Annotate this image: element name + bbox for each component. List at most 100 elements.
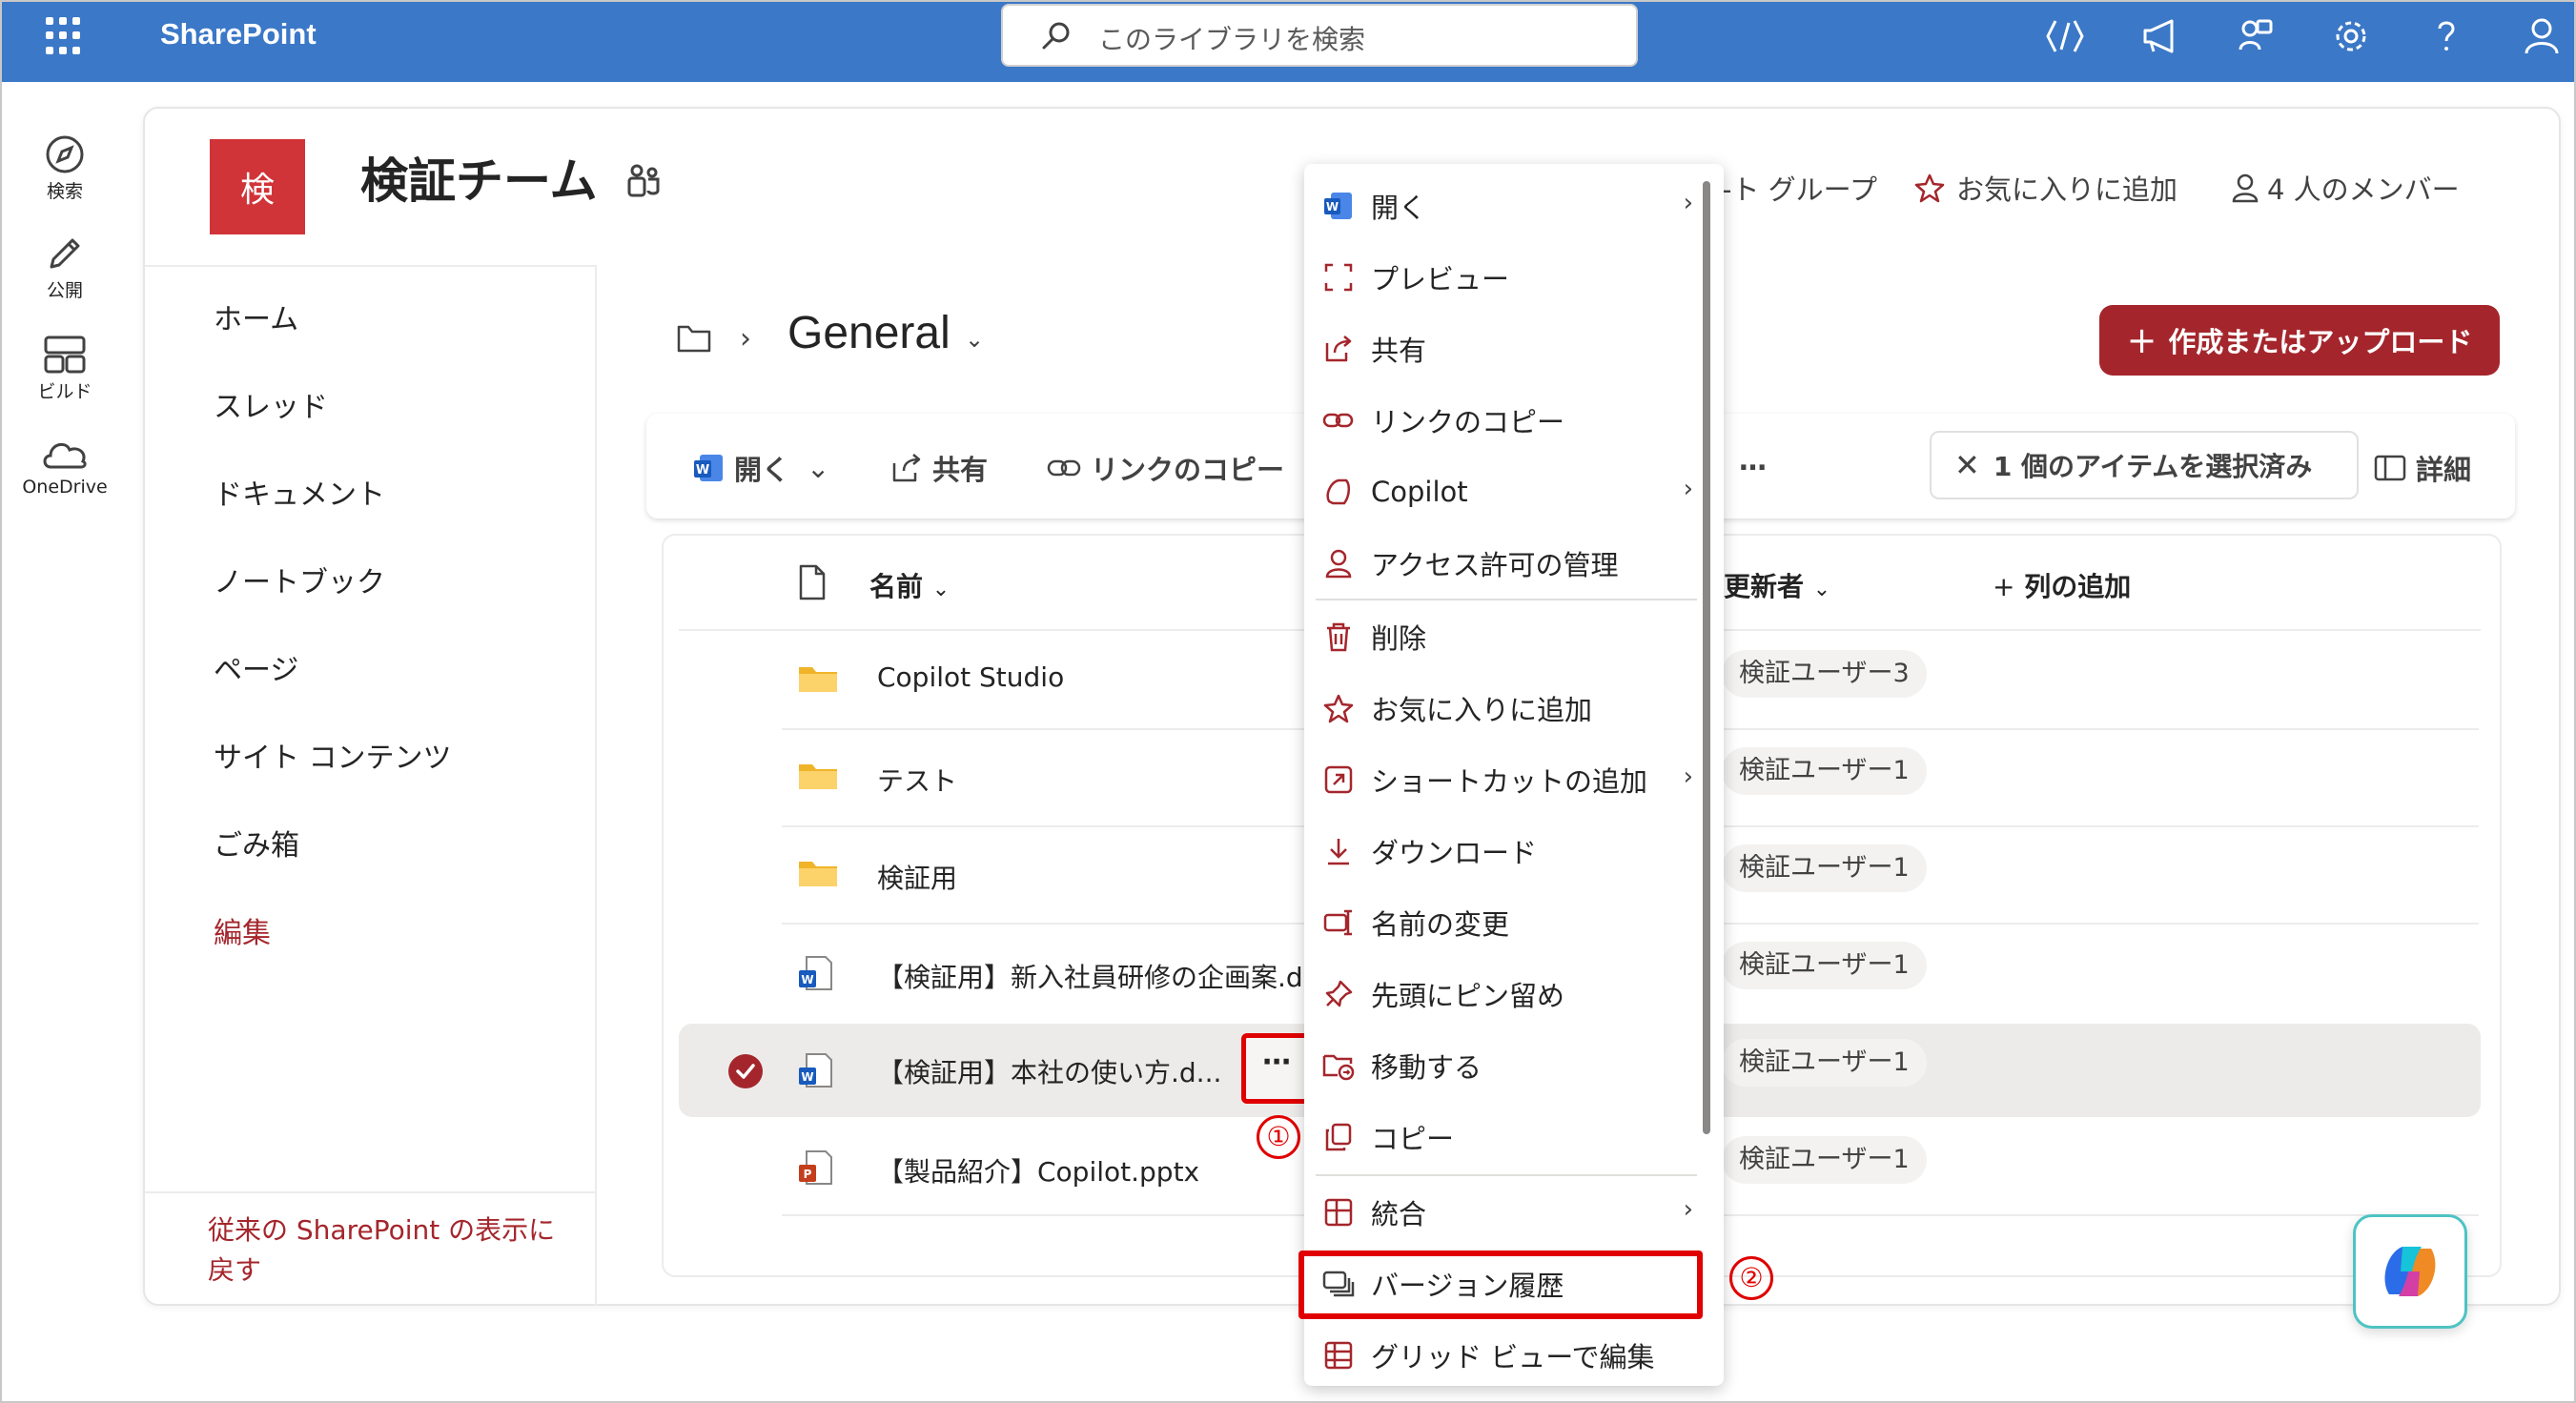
rail-publish[interactable]: 公開 — [15, 233, 114, 302]
menu-item-grid-edit[interactable]: グリッド ビューで編集 — [1316, 1325, 1697, 1386]
menu-item-manage-access[interactable]: アクセス許可の管理 — [1316, 533, 1697, 594]
code-icon[interactable] — [2044, 15, 2086, 57]
modifier-pill[interactable]: 検証ユーザー1 — [1722, 1136, 1927, 1184]
row-name[interactable]: 【検証用】新入社員研修の企画案.d — [877, 957, 1306, 995]
chevron-down-icon[interactable]: ⌄ — [965, 326, 984, 353]
cmd-copy-link-button[interactable]: リンクのコピー — [1047, 448, 1284, 488]
nav-item-recycle-bin[interactable]: ごみ箱 — [214, 822, 299, 864]
menu-item-preview[interactable]: プレビュー — [1316, 247, 1697, 308]
more-actions-button[interactable]: ⋯ — [1241, 1033, 1312, 1104]
nav-edit-link[interactable]: 編集 — [214, 909, 271, 951]
cmd-open-button[interactable]: W 開く ⌄ — [692, 448, 829, 488]
column-header-modified-by[interactable]: 更新者 ⌄ — [1724, 566, 1830, 604]
file-type-header-icon[interactable] — [797, 564, 828, 600]
menu-item-copy-link[interactable]: リンクのコピー — [1316, 390, 1697, 451]
menu-item-pin[interactable]: 先頭にピン留め — [1316, 964, 1697, 1025]
menu-item-add-shortcut[interactable]: ショートカットの追加 › — [1316, 749, 1697, 810]
menu-item-label: ダウンロード — [1371, 837, 1538, 869]
menu-item-rename[interactable]: 名前の変更 — [1316, 892, 1697, 953]
row-name[interactable]: 【製品紹介】Copilot.pptx — [877, 1151, 1199, 1190]
copilot-logo-icon — [2384, 1247, 2436, 1296]
version-history-highlight — [1298, 1250, 1703, 1319]
favorite-link[interactable]: お気に入りに追加 — [1914, 168, 2177, 208]
link-icon — [1047, 459, 1081, 477]
sharing-icon[interactable] — [2235, 15, 2277, 57]
menu-item-move[interactable]: 移動する — [1316, 1035, 1697, 1096]
menu-divider — [1316, 599, 1697, 600]
row-name[interactable]: 検証用 — [877, 858, 957, 896]
share-icon — [1325, 336, 1352, 362]
nav-item-notebook[interactable]: ノートブック — [214, 559, 385, 600]
column-header-name[interactable]: 名前 ⌄ — [869, 566, 950, 604]
cmd-more-button[interactable]: … — [1739, 444, 1767, 477]
checkmark-icon[interactable] — [728, 1054, 763, 1088]
library-title[interactable]: General — [787, 307, 951, 359]
nav-divider — [145, 265, 597, 267]
menu-item-label: 削除 — [1371, 622, 1427, 655]
selection-label: 1 個のアイテムを選択済み — [1993, 451, 2313, 482]
app-brand[interactable]: SharePoint — [160, 17, 317, 51]
menu-item-integrate[interactable]: 統合 › — [1316, 1182, 1697, 1243]
site-title[interactable]: 検証チーム — [360, 143, 598, 212]
person-icon — [2232, 173, 2259, 203]
layout-icon — [44, 336, 86, 374]
cmd-share-button[interactable]: 共有 — [890, 448, 988, 488]
rail-search[interactable]: 検索 — [15, 133, 114, 203]
menu-item-favorite[interactable]: お気に入りに追加 — [1316, 678, 1697, 739]
menu-item-label: コピー — [1371, 1123, 1455, 1155]
teams-icon[interactable] — [624, 162, 662, 200]
site-logo[interactable]: 検 — [210, 139, 305, 234]
plus-icon: + — [1993, 571, 2015, 602]
group-link[interactable]: -ト グループ — [1722, 168, 1877, 208]
details-button[interactable]: 詳細 — [2374, 448, 2471, 488]
menu-item-label: ショートカットの追加 — [1371, 765, 1648, 798]
integrate-icon — [1324, 1198, 1353, 1227]
modifier-pill[interactable]: 検証ユーザー1 — [1722, 747, 1927, 795]
star-icon — [1323, 694, 1354, 723]
menu-item-share[interactable]: 共有 — [1316, 318, 1697, 379]
members-link[interactable]: 4 人のメンバー — [2231, 168, 2460, 208]
rail-onedrive[interactable]: OneDrive — [15, 433, 114, 498]
nav-item-threads[interactable]: スレッド — [214, 383, 328, 425]
account-icon[interactable] — [2521, 15, 2563, 57]
settings-gear-icon[interactable] — [2330, 15, 2372, 57]
menu-item-label: プレビュー — [1371, 263, 1510, 295]
members-label: 4 人のメンバー — [2267, 173, 2460, 206]
create-upload-label: 作成またはアップロード — [2168, 326, 2473, 358]
classic-view-link[interactable]: 従来の SharePoint の表示に 戻す — [208, 1210, 570, 1291]
nav-item-site-contents[interactable]: サイト コンテンツ — [214, 734, 452, 776]
add-column-button[interactable]: + 列の追加 — [1993, 566, 2131, 604]
create-upload-button[interactable]: + 作成またはアップロード — [2099, 305, 2500, 376]
modifier-pill[interactable]: 検証ユーザー1 — [1722, 1039, 1927, 1087]
menu-item-label: 共有 — [1371, 335, 1427, 367]
rail-build[interactable]: ビルド — [15, 334, 114, 403]
row-name[interactable]: テスト — [877, 761, 957, 799]
menu-item-delete[interactable]: 削除 — [1316, 606, 1697, 667]
copilot-button[interactable] — [2353, 1214, 2467, 1329]
modifier-pill[interactable]: 検証ユーザー1 — [1722, 942, 1927, 989]
nav-item-documents[interactable]: ドキュメント — [214, 471, 385, 513]
selection-status[interactable]: ✕ 1 個のアイテムを選択済み — [1930, 431, 2359, 499]
menu-item-copy[interactable]: コピー — [1316, 1107, 1697, 1168]
row-name[interactable]: 【検証用】本社の使い方.d... — [877, 1052, 1221, 1090]
search-box[interactable]: このライブラリを検索 — [1001, 4, 1638, 67]
row-name[interactable]: Copilot Studio — [877, 661, 1064, 693]
nav-item-pages[interactable]: ページ — [214, 646, 298, 688]
svg-text:W: W — [1326, 200, 1339, 214]
help-icon[interactable] — [2425, 15, 2467, 57]
menu-item-download[interactable]: ダウンロード — [1316, 821, 1697, 882]
app-launcher-icon[interactable] — [46, 17, 84, 55]
menu-item-copilot[interactable]: Copilot › — [1316, 461, 1697, 522]
menu-item-open[interactable]: W 開く › — [1316, 175, 1697, 236]
modifier-pill[interactable]: 検証ユーザー1 — [1722, 844, 1927, 892]
search-placeholder: このライブラリを検索 — [1098, 24, 1366, 55]
megaphone-icon[interactable] — [2139, 15, 2181, 57]
details-label: 詳細 — [2416, 454, 2472, 486]
copilot-icon — [1326, 478, 1350, 505]
folder-outline-icon[interactable] — [677, 324, 711, 353]
menu-scrollbar[interactable] — [1703, 181, 1710, 1134]
nav-item-home[interactable]: ホーム — [214, 295, 298, 337]
column-modified-by-label: 更新者 — [1724, 571, 1805, 602]
chevron-right-icon: › — [1683, 762, 1693, 791]
modifier-pill[interactable]: 検証ユーザー3 — [1722, 650, 1927, 698]
